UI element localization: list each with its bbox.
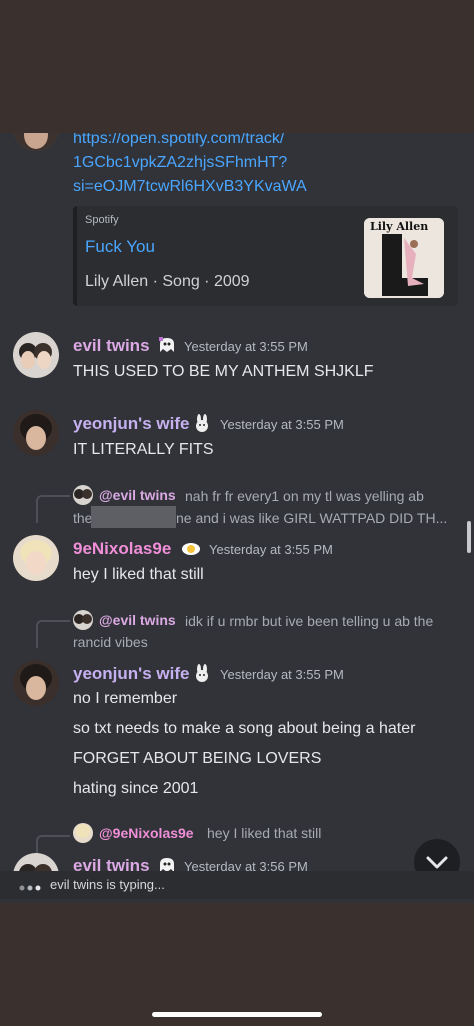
message-text: IT LITERALLY FITS <box>73 441 214 458</box>
avatar-evil-twins[interactable] <box>13 332 59 378</box>
reply-avatar <box>73 485 93 505</box>
spotify-link-line-2[interactable]: 1GCbc1vpkZA2zhjsSFhmHT? <box>73 154 287 172</box>
reply-username[interactable]: @evil twins <box>99 612 176 628</box>
reply-text[interactable]: nah fr fr every1 on my tl was yelling ab <box>185 488 424 504</box>
spotify-embed: Spotify Fuck You Lily Allen · Song · 200… <box>73 206 458 306</box>
reply-text-continued[interactable]: rancid vibes <box>73 634 148 650</box>
chat-area: https://open.spotify.com/track/ 1GCbc1vp… <box>0 133 474 903</box>
egg-icon <box>181 539 201 560</box>
avatar-yeonjun-wife[interactable] <box>13 410 59 456</box>
typing-indicator-bar: evil twins is typing... <box>0 871 474 899</box>
reply-text-suffix[interactable]: ne and i was like GIRL WATTPAD DID TH... <box>176 510 447 526</box>
reply-username[interactable]: @9eNixolas9e <box>99 825 194 841</box>
reply-connector <box>36 620 70 648</box>
embed-provider: Spotify <box>85 214 119 226</box>
username-evil-twins[interactable]: evil twins <box>73 336 150 356</box>
message-text: no I remember <box>73 690 178 707</box>
reply-username[interactable]: @evil twins <box>99 487 176 503</box>
typing-dots-icon <box>18 880 46 891</box>
typing-text: evil twins is typing... <box>50 877 165 892</box>
reply-text[interactable]: hey I liked that still <box>207 825 321 841</box>
timestamp: Yesterday at 3:55 PM <box>220 667 344 682</box>
reply-avatar <box>73 610 93 630</box>
username-yeonjun-wife[interactable]: yeonjun's wife <box>73 414 189 434</box>
redacted-block <box>91 506 176 528</box>
reply-text[interactable]: idk if u rmbr but ive been telling u ab … <box>185 613 433 629</box>
bunny-icon <box>192 414 212 435</box>
album-artist-text: Lily Allen <box>370 220 429 233</box>
avatar-nixolas[interactable] <box>13 535 59 581</box>
embed-description: Lily Allen · Song · 2009 <box>85 273 250 290</box>
spotify-link-line-1[interactable]: https://open.spotify.com/track/ <box>73 133 284 148</box>
username-yeonjun-wife[interactable]: yeonjun's wife <box>73 664 189 684</box>
message-text: FORGET ABOUT BEING LOVERS <box>73 750 322 767</box>
home-indicator[interactable] <box>152 1012 322 1017</box>
avatar[interactable] <box>13 133 59 151</box>
message-text: THIS USED TO BE MY ANTHEM SHJKLF <box>73 363 374 380</box>
avatar-yeonjun-wife[interactable] <box>13 660 59 706</box>
bunny-icon <box>192 664 212 685</box>
album-cover[interactable]: Lily Allen <box>364 218 444 298</box>
timestamp: Yesterday at 3:55 PM <box>220 417 344 432</box>
reply-avatar <box>73 823 93 843</box>
reply-text-prefix[interactable]: the <box>73 510 92 526</box>
ghost-icon <box>157 336 177 357</box>
timestamp: Yesterday at 3:55 PM <box>184 339 308 354</box>
reply-connector <box>36 495 70 523</box>
embed-title[interactable]: Fuck You <box>85 237 155 257</box>
spotify-link-line-3[interactable]: si=eOJM7tcwRl6HXvB3YKvaWA <box>73 178 307 196</box>
timestamp: Yesterday at 3:55 PM <box>209 542 333 557</box>
scrollbar[interactable] <box>467 521 471 553</box>
message-text: hating since 2001 <box>73 780 199 797</box>
username-nixolas[interactable]: 9eNixolas9e <box>73 539 171 559</box>
message-text: so txt needs to make a song about being … <box>73 720 416 737</box>
message-text: hey I liked that still <box>73 566 204 583</box>
